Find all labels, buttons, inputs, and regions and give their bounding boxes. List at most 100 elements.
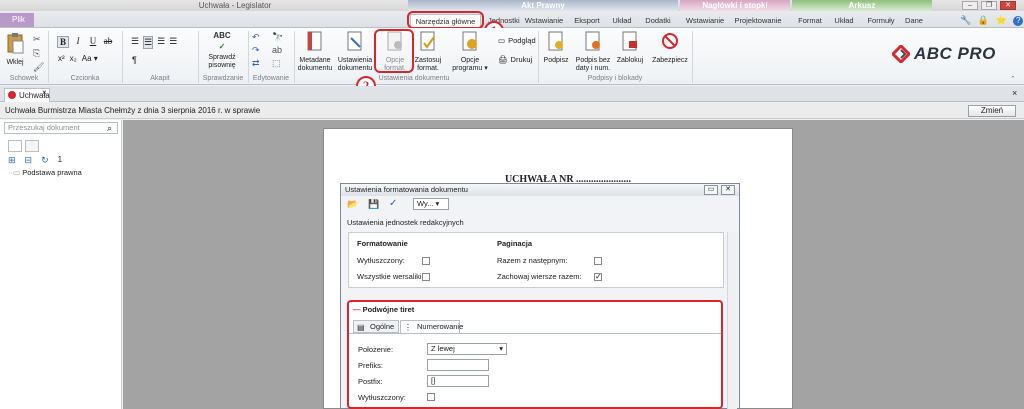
- keep-lines-checkbox[interactable]: ✓: [594, 273, 602, 281]
- close-button[interactable]: ✕: [1000, 1, 1016, 10]
- double-tiret-heading[interactable]: — Podwójne tiret: [353, 305, 414, 314]
- cut-icon[interactable]: ✂: [33, 32, 44, 46]
- help-icons[interactable]: 🔧 🔒 ⭐ ?: [960, 15, 1024, 26]
- collapse-ribbon-icon[interactable]: ⌃: [1010, 75, 1016, 83]
- protect-button[interactable]: Zabezpiecz: [650, 30, 690, 65]
- italic-button[interactable]: I: [72, 36, 84, 48]
- search-input[interactable]: Przeszukaj dokument: [4, 122, 118, 134]
- position-select[interactable]: Z lewej ▾: [427, 343, 507, 355]
- strikethrough-button[interactable]: ab: [102, 36, 114, 48]
- document-tab-bar: [0, 86, 1024, 102]
- apply-format-button[interactable]: Zastosuj format.: [413, 30, 443, 73]
- keep-with-next-checkbox[interactable]: [594, 257, 602, 265]
- star-icon[interactable]: ⭐: [995, 15, 1006, 25]
- align-left-icon[interactable]: ☰: [131, 36, 139, 49]
- align-center-icon[interactable]: ☰: [143, 36, 154, 49]
- lock-button[interactable]: Zablokuj: [614, 30, 646, 65]
- general-tab-icon: ▤: [357, 323, 365, 332]
- group-label-czcionka: Czcionka: [70, 75, 100, 82]
- sign-button[interactable]: Podpisz: [540, 30, 572, 65]
- close-tab-icon[interactable]: ×: [42, 88, 47, 97]
- tab-dodatki[interactable]: Dodatki: [640, 15, 676, 27]
- superscript-button[interactable]: x²: [58, 54, 65, 63]
- document-settings-button[interactable]: Ustawienia dokumentu: [336, 30, 374, 73]
- save-icon[interactable]: 💾: [368, 199, 379, 210]
- tree-item-podstawa[interactable]: ··▭ Podstawa prawna: [8, 168, 82, 177]
- replace-icon[interactable]: ab: [272, 44, 283, 57]
- panel-tab-notes[interactable]: [25, 140, 39, 152]
- tab-formuly[interactable]: Formuły: [864, 15, 898, 27]
- bold-checkbox[interactable]: [422, 257, 430, 265]
- highlight-opcje-format: [374, 29, 414, 73]
- change-button[interactable]: Zmień: [968, 105, 1016, 117]
- tab-format[interactable]: Format: [796, 15, 824, 27]
- pilcrow-icon[interactable]: ¶: [132, 55, 137, 65]
- tab-projektowanie[interactable]: Projektowanie: [732, 15, 784, 27]
- metadata-button[interactable]: Metadane dokumentu: [296, 30, 334, 73]
- dialog-toolbar: 📂 💾 ✓ Wy... ▾: [341, 196, 739, 212]
- close-document-icon[interactable]: ×: [1012, 88, 1017, 98]
- tree-node-icon: ··▭: [8, 168, 21, 177]
- refresh-icon[interactable]: ↻: [41, 155, 49, 166]
- bold-button[interactable]: B: [57, 36, 69, 48]
- sign-no-date-icon: [585, 31, 600, 51]
- font-size-dropdown[interactable]: Aa ▾: [82, 54, 98, 63]
- print-button[interactable]: 🖨 Drukuj: [498, 55, 532, 64]
- preview-button[interactable]: ▭ Podgląd: [498, 36, 536, 45]
- confirm-icon[interactable]: ✓: [389, 198, 397, 209]
- group-label-podpisy: Podpisy i blokady: [587, 75, 643, 82]
- tab-dane[interactable]: Dane: [902, 15, 926, 27]
- options-icon[interactable]: 🔧: [960, 15, 971, 25]
- search-icon[interactable]: ⌕: [107, 123, 112, 134]
- format-painter-icon[interactable]: 🖌: [33, 60, 44, 74]
- group-label-ustawienia-dokumentu: Ustawienia dokumentu: [378, 75, 450, 82]
- help-icon[interactable]: ?: [1013, 16, 1024, 26]
- undo-icon[interactable]: ↶: [252, 31, 260, 44]
- program-options-button[interactable]: Opcje programu ▾: [449, 30, 491, 73]
- sign-no-date-button[interactable]: Podpis bez daty i num.: [574, 30, 612, 73]
- align-right-icon[interactable]: ☰: [157, 36, 165, 49]
- dialog-close-button[interactable]: ✕: [721, 185, 735, 195]
- spellcheck-button[interactable]: ABC ✓ Sprawdź pisownię: [202, 30, 242, 70]
- document-tab-icon: [8, 91, 16, 99]
- subscript-button[interactable]: x₂: [70, 54, 77, 63]
- open-folder-icon[interactable]: 📂: [347, 199, 358, 210]
- unit-dropdown[interactable]: Wy... ▾: [413, 198, 449, 210]
- group-label-sprawdzanie: Sprawdzanie: [202, 75, 244, 82]
- tab-numerowanie[interactable]: ⋮ Numerowanie: [400, 320, 463, 333]
- tab-uklad[interactable]: Układ: [608, 15, 636, 27]
- restore-button[interactable]: ❐: [981, 1, 997, 10]
- lock-icon[interactable]: 🔒: [978, 15, 989, 25]
- collapse-tree-icon[interactable]: ⊟: [25, 155, 33, 166]
- bold-label: Wytłuszczony:: [357, 256, 405, 265]
- highlight-narzedzia: [407, 11, 484, 29]
- logo-icon: [892, 45, 910, 63]
- find-replace-icon[interactable]: ⇄: [252, 57, 260, 70]
- dialog-scrollbar[interactable]: [727, 232, 737, 409]
- bold-label-2: Wytłuszczony:: [358, 393, 406, 402]
- postfix-input[interactable]: []: [427, 375, 489, 387]
- justify-icon[interactable]: ☰: [169, 36, 177, 49]
- separator: [538, 31, 539, 83]
- bold-checkbox-2[interactable]: [427, 393, 435, 401]
- redo-icon[interactable]: ↷: [252, 44, 260, 57]
- find-icon[interactable]: 🔭: [272, 31, 283, 44]
- minimize-button[interactable]: –: [962, 1, 978, 10]
- edit-tools: ↶ ↷ ⇄: [252, 31, 260, 70]
- tab-plik[interactable]: Plik: [0, 13, 34, 27]
- tab-uklad-arkusz[interactable]: Układ: [830, 15, 858, 27]
- tab-ogolne[interactable]: ▤ Ogólne: [353, 320, 399, 333]
- panel-tab-structure[interactable]: [8, 140, 22, 152]
- caps-checkbox[interactable]: [422, 273, 430, 281]
- select-icon[interactable]: ⬚: [272, 57, 283, 70]
- group-label-schowek: Schowek: [9, 75, 39, 82]
- prefix-input[interactable]: [427, 359, 489, 371]
- underline-button[interactable]: U: [87, 36, 99, 48]
- paste-button[interactable]: Wklej: [3, 32, 27, 67]
- dialog-maximize-button[interactable]: ▭: [704, 185, 718, 195]
- copy-icon[interactable]: ⎘: [33, 46, 44, 60]
- tab-wstawianie[interactable]: Wstawianie: [523, 15, 565, 27]
- tab-eksport[interactable]: Eksport: [570, 15, 604, 27]
- expand-tree-icon[interactable]: ⊞: [8, 155, 16, 166]
- tab-wstawianie-naglowki[interactable]: Wstawianie: [684, 15, 726, 27]
